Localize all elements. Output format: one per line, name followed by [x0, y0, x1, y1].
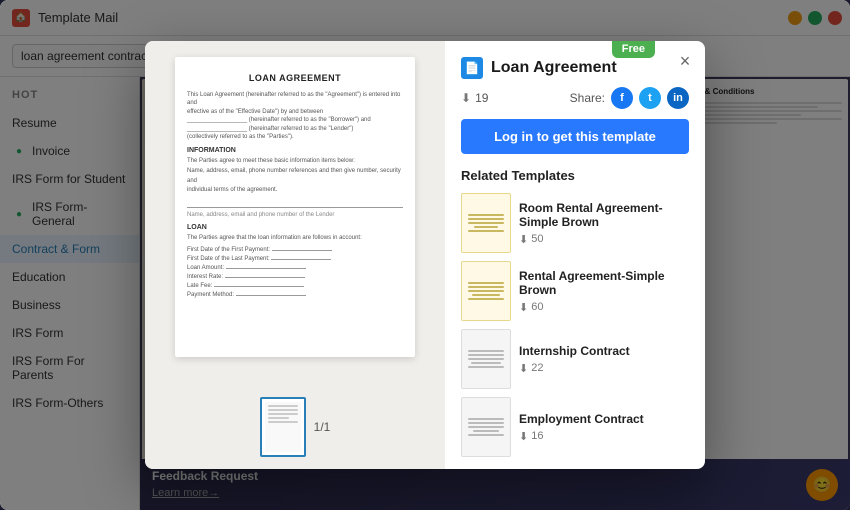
- rthumb3-line1: [468, 350, 504, 352]
- twitter-share-button[interactable]: t: [639, 87, 661, 109]
- doc-field-late-fee: Late Fee:: [187, 283, 403, 289]
- dl-count-4: 16: [531, 430, 543, 442]
- doc-section-information: INFORMATION: [187, 147, 403, 154]
- related-name-1: Room Rental Agreement-Simple Brown: [519, 201, 689, 229]
- login-button[interactable]: Log in to get this template: [461, 119, 689, 154]
- modal-free-badge: Free: [612, 41, 655, 58]
- thumb-line-1: [268, 405, 298, 407]
- page-count: 1/1: [314, 420, 331, 434]
- doc-loan-fields: First Date of the First Payment: First D…: [187, 247, 403, 298]
- template-title: Loan Agreement: [491, 59, 617, 77]
- download-count: 19: [475, 91, 488, 105]
- dl-count-3: 22: [531, 362, 543, 374]
- thumb-line-3: [268, 413, 298, 415]
- rthumb3-line3: [468, 358, 504, 360]
- dl-count-2: 60: [531, 301, 543, 313]
- thumb-line-2: [268, 409, 298, 411]
- related-thumb-2: [461, 261, 511, 321]
- thumb-line-4: [268, 417, 289, 419]
- modal-overlay[interactable]: Free × LOAN AGREEMENT This Loan Agreemen…: [0, 0, 850, 510]
- doc-field-last-date: First Date of the Last Payment:: [187, 256, 403, 262]
- related-thumb-3: [461, 329, 511, 389]
- template-logo-icon: 📄: [461, 57, 483, 79]
- share-row: Share: f t in: [570, 87, 689, 109]
- dl-icon-2: ⬇: [519, 301, 528, 314]
- related-name-4: Employment Contract: [519, 412, 689, 426]
- rthumb2-line3: [468, 290, 504, 292]
- doc-info-text: The Parties agree to meet these basic in…: [187, 157, 403, 195]
- doc-field-payment-method: Payment Method:: [187, 292, 403, 298]
- related-templates-title: Related Templates: [461, 168, 689, 183]
- rthumb1-line5: [468, 230, 504, 232]
- preview-panel: LOAN AGREEMENT This Loan Agreement (here…: [145, 41, 445, 469]
- info-panel: 📄 Loan Agreement ⬇ 19 Share: f t: [445, 41, 705, 469]
- related-name-2: Rental Agreement-Simple Brown: [519, 269, 689, 297]
- rthumb1-line4: [474, 226, 498, 228]
- rthumb4-line2: [468, 422, 504, 424]
- template-header: 📄 Loan Agreement: [461, 57, 689, 79]
- thumb-line-5: [268, 421, 298, 423]
- dl-icon-4: ⬇: [519, 430, 528, 443]
- download-icon: ⬇: [461, 91, 471, 105]
- doc-field-loan-amount: Loan Amount:: [187, 265, 403, 271]
- related-info-1: Room Rental Agreement-Simple Brown ⬇ 50: [519, 201, 689, 246]
- related-info-3: Internship Contract ⬇ 22: [519, 344, 689, 375]
- related-item-1[interactable]: Room Rental Agreement-Simple Brown ⬇ 50: [461, 193, 689, 253]
- related-downloads-3: ⬇ 22: [519, 362, 689, 375]
- page-thumb-inner: [265, 402, 301, 452]
- rthumb1-line1: [468, 214, 504, 216]
- rthumb3-line4: [471, 362, 501, 364]
- related-item-4[interactable]: Employment Contract ⬇ 16: [461, 397, 689, 457]
- rthumb1-line3: [468, 222, 504, 224]
- dl-count-1: 50: [531, 233, 543, 245]
- related-info-4: Employment Contract ⬇ 16: [519, 412, 689, 443]
- related-downloads-2: ⬇ 60: [519, 301, 689, 314]
- rthumb3-line2: [468, 354, 504, 356]
- related-info-2: Rental Agreement-Simple Brown ⬇ 60: [519, 269, 689, 314]
- dl-icon-1: ⬇: [519, 233, 528, 246]
- rthumb2-line2: [468, 286, 504, 288]
- modal-close-button[interactable]: ×: [673, 49, 697, 73]
- document-preview: LOAN AGREEMENT This Loan Agreement (here…: [175, 57, 415, 357]
- share-label: Share:: [570, 91, 605, 105]
- rthumb2-line5: [468, 298, 504, 300]
- related-thumb-1: [461, 193, 511, 253]
- rthumb1-line2: [468, 218, 504, 220]
- app-window: 🏠 Template Mail 🔍 HOT Resume ● Invoice: [0, 0, 850, 510]
- related-name-3: Internship Contract: [519, 344, 689, 358]
- rthumb2-line1: [468, 282, 504, 284]
- doc-input-label-1: Name, address, email and phone number of…: [187, 212, 403, 218]
- related-downloads-1: ⬇ 50: [519, 233, 689, 246]
- download-stat: ⬇ 19: [461, 91, 488, 105]
- rthumb3-line5: [468, 366, 504, 368]
- rthumb4-line1: [468, 418, 504, 420]
- doc-field-interest: Interest Rate:: [187, 274, 403, 280]
- related-templates-list: Room Rental Agreement-Simple Brown ⬇ 50: [461, 193, 689, 457]
- doc-loan-text: The Parties agree that the loan informat…: [187, 234, 403, 244]
- doc-field-first-date: First Date of the First Payment:: [187, 247, 403, 253]
- doc-input-name: [187, 200, 403, 208]
- related-downloads-4: ⬇ 16: [519, 430, 689, 443]
- modal-dialog: Free × LOAN AGREEMENT This Loan Agreemen…: [145, 41, 705, 469]
- doc-preview-title: LOAN AGREEMENT: [187, 73, 403, 83]
- rthumb4-line5: [468, 434, 504, 436]
- doc-text-block-1: This Loan Agreement (hereinafter referre…: [187, 91, 403, 141]
- doc-section-loan: LOAN: [187, 224, 403, 231]
- related-item-2[interactable]: Rental Agreement-Simple Brown ⬇ 60: [461, 261, 689, 321]
- page-thumbnail-1[interactable]: [260, 397, 306, 457]
- modal-body: LOAN AGREEMENT This Loan Agreement (here…: [145, 41, 705, 469]
- related-thumb-4: [461, 397, 511, 457]
- related-item-3[interactable]: Internship Contract ⬇ 22: [461, 329, 689, 389]
- stats-share-row: ⬇ 19 Share: f t in: [461, 87, 689, 109]
- pagination-bar: 1/1: [260, 397, 331, 457]
- linkedin-share-button[interactable]: in: [667, 87, 689, 109]
- rthumb2-line4: [472, 294, 500, 296]
- facebook-share-button[interactable]: f: [611, 87, 633, 109]
- dl-icon-3: ⬇: [519, 362, 528, 375]
- rthumb4-line3: [468, 426, 504, 428]
- rthumb4-line4: [473, 430, 499, 432]
